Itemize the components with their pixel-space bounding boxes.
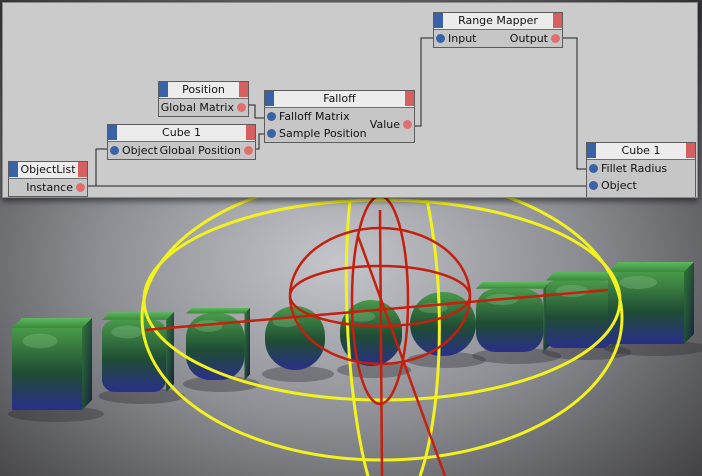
port-row: Input Output [434, 30, 562, 47]
port-label-object: Object [122, 144, 158, 157]
node-falloff[interactable]: Falloff Falloff Matrix Sample Position V… [264, 90, 415, 143]
output-port[interactable] [403, 120, 412, 129]
cube-side-face [244, 308, 250, 380]
node-output-tab[interactable] [686, 143, 695, 158]
xpresso-node-editor[interactable]: Range Mapper Input Output Position Globa… [2, 2, 698, 198]
node-title[interactable]: ObjectList [9, 162, 87, 179]
port-label-object: Object [601, 179, 637, 192]
node-title[interactable]: Cube 1 [108, 125, 255, 142]
input-port[interactable] [589, 164, 598, 173]
cube-clone[interactable] [12, 318, 92, 410]
cube-top-face [12, 318, 92, 328]
node-input-tab[interactable] [265, 91, 274, 106]
node-output-tab[interactable] [78, 162, 87, 177]
cube-top-face [186, 308, 250, 314]
port-row: Object Global Position [108, 142, 255, 159]
node-output-tab[interactable] [246, 125, 255, 140]
cube-top-face [102, 312, 174, 320]
port-label-input: Input [448, 32, 477, 45]
node-input-tab[interactable] [9, 162, 18, 177]
node-position[interactable]: Position Global Matrix [158, 81, 249, 117]
port-label-instance: Instance [26, 181, 73, 194]
node-range-mapper[interactable]: Range Mapper Input Output [433, 12, 563, 48]
input-port[interactable] [267, 112, 276, 121]
node-output-tab[interactable] [239, 82, 248, 97]
node-title[interactable]: Falloff [265, 91, 414, 108]
node-title[interactable]: Position [159, 82, 248, 99]
node-object-list[interactable]: ObjectList Instance [8, 161, 88, 197]
port-label-value: Value [369, 118, 400, 131]
port-label-global-position: Global Position [159, 144, 241, 157]
cube-top-face [476, 282, 550, 289]
node-title[interactable]: Range Mapper [434, 13, 562, 30]
input-port[interactable] [110, 146, 119, 155]
port-row: Object [587, 177, 695, 194]
node-cube1-source[interactable]: Cube 1 Object Global Position [107, 124, 256, 160]
cube-side-face [684, 262, 694, 344]
input-port[interactable] [436, 34, 445, 43]
cube-highlight [619, 275, 658, 290]
port-row: Instance [9, 179, 87, 196]
cube-top-face [608, 262, 694, 272]
node-cube1-target[interactable]: Cube 1 Fillet Radius Object [586, 142, 696, 197]
input-port[interactable] [267, 129, 276, 138]
port-label-fillet-radius: Fillet Radius [601, 162, 668, 175]
port-row: Fillet Radius [587, 160, 695, 177]
node-input-tab[interactable] [159, 82, 168, 97]
output-port[interactable] [76, 183, 85, 192]
node-input-tab[interactable] [587, 143, 596, 158]
node-output-tab[interactable] [553, 13, 562, 28]
port-label-global-matrix: Global Matrix [160, 101, 234, 114]
node-output-tab[interactable] [405, 91, 414, 106]
node-input-tab[interactable] [434, 13, 443, 28]
output-port[interactable] [237, 103, 246, 112]
node-input-tab[interactable] [108, 125, 117, 140]
cube-highlight [111, 325, 144, 339]
node-title[interactable]: Cube 1 [587, 143, 695, 160]
cube-highlight [22, 333, 58, 349]
input-port[interactable] [589, 181, 598, 190]
cube-side-face [82, 318, 92, 410]
output-port[interactable] [244, 146, 253, 155]
port-row: Value [340, 116, 414, 133]
port-row: Global Matrix [159, 99, 248, 116]
port-label-output: Output [509, 32, 548, 45]
output-port[interactable] [551, 34, 560, 43]
